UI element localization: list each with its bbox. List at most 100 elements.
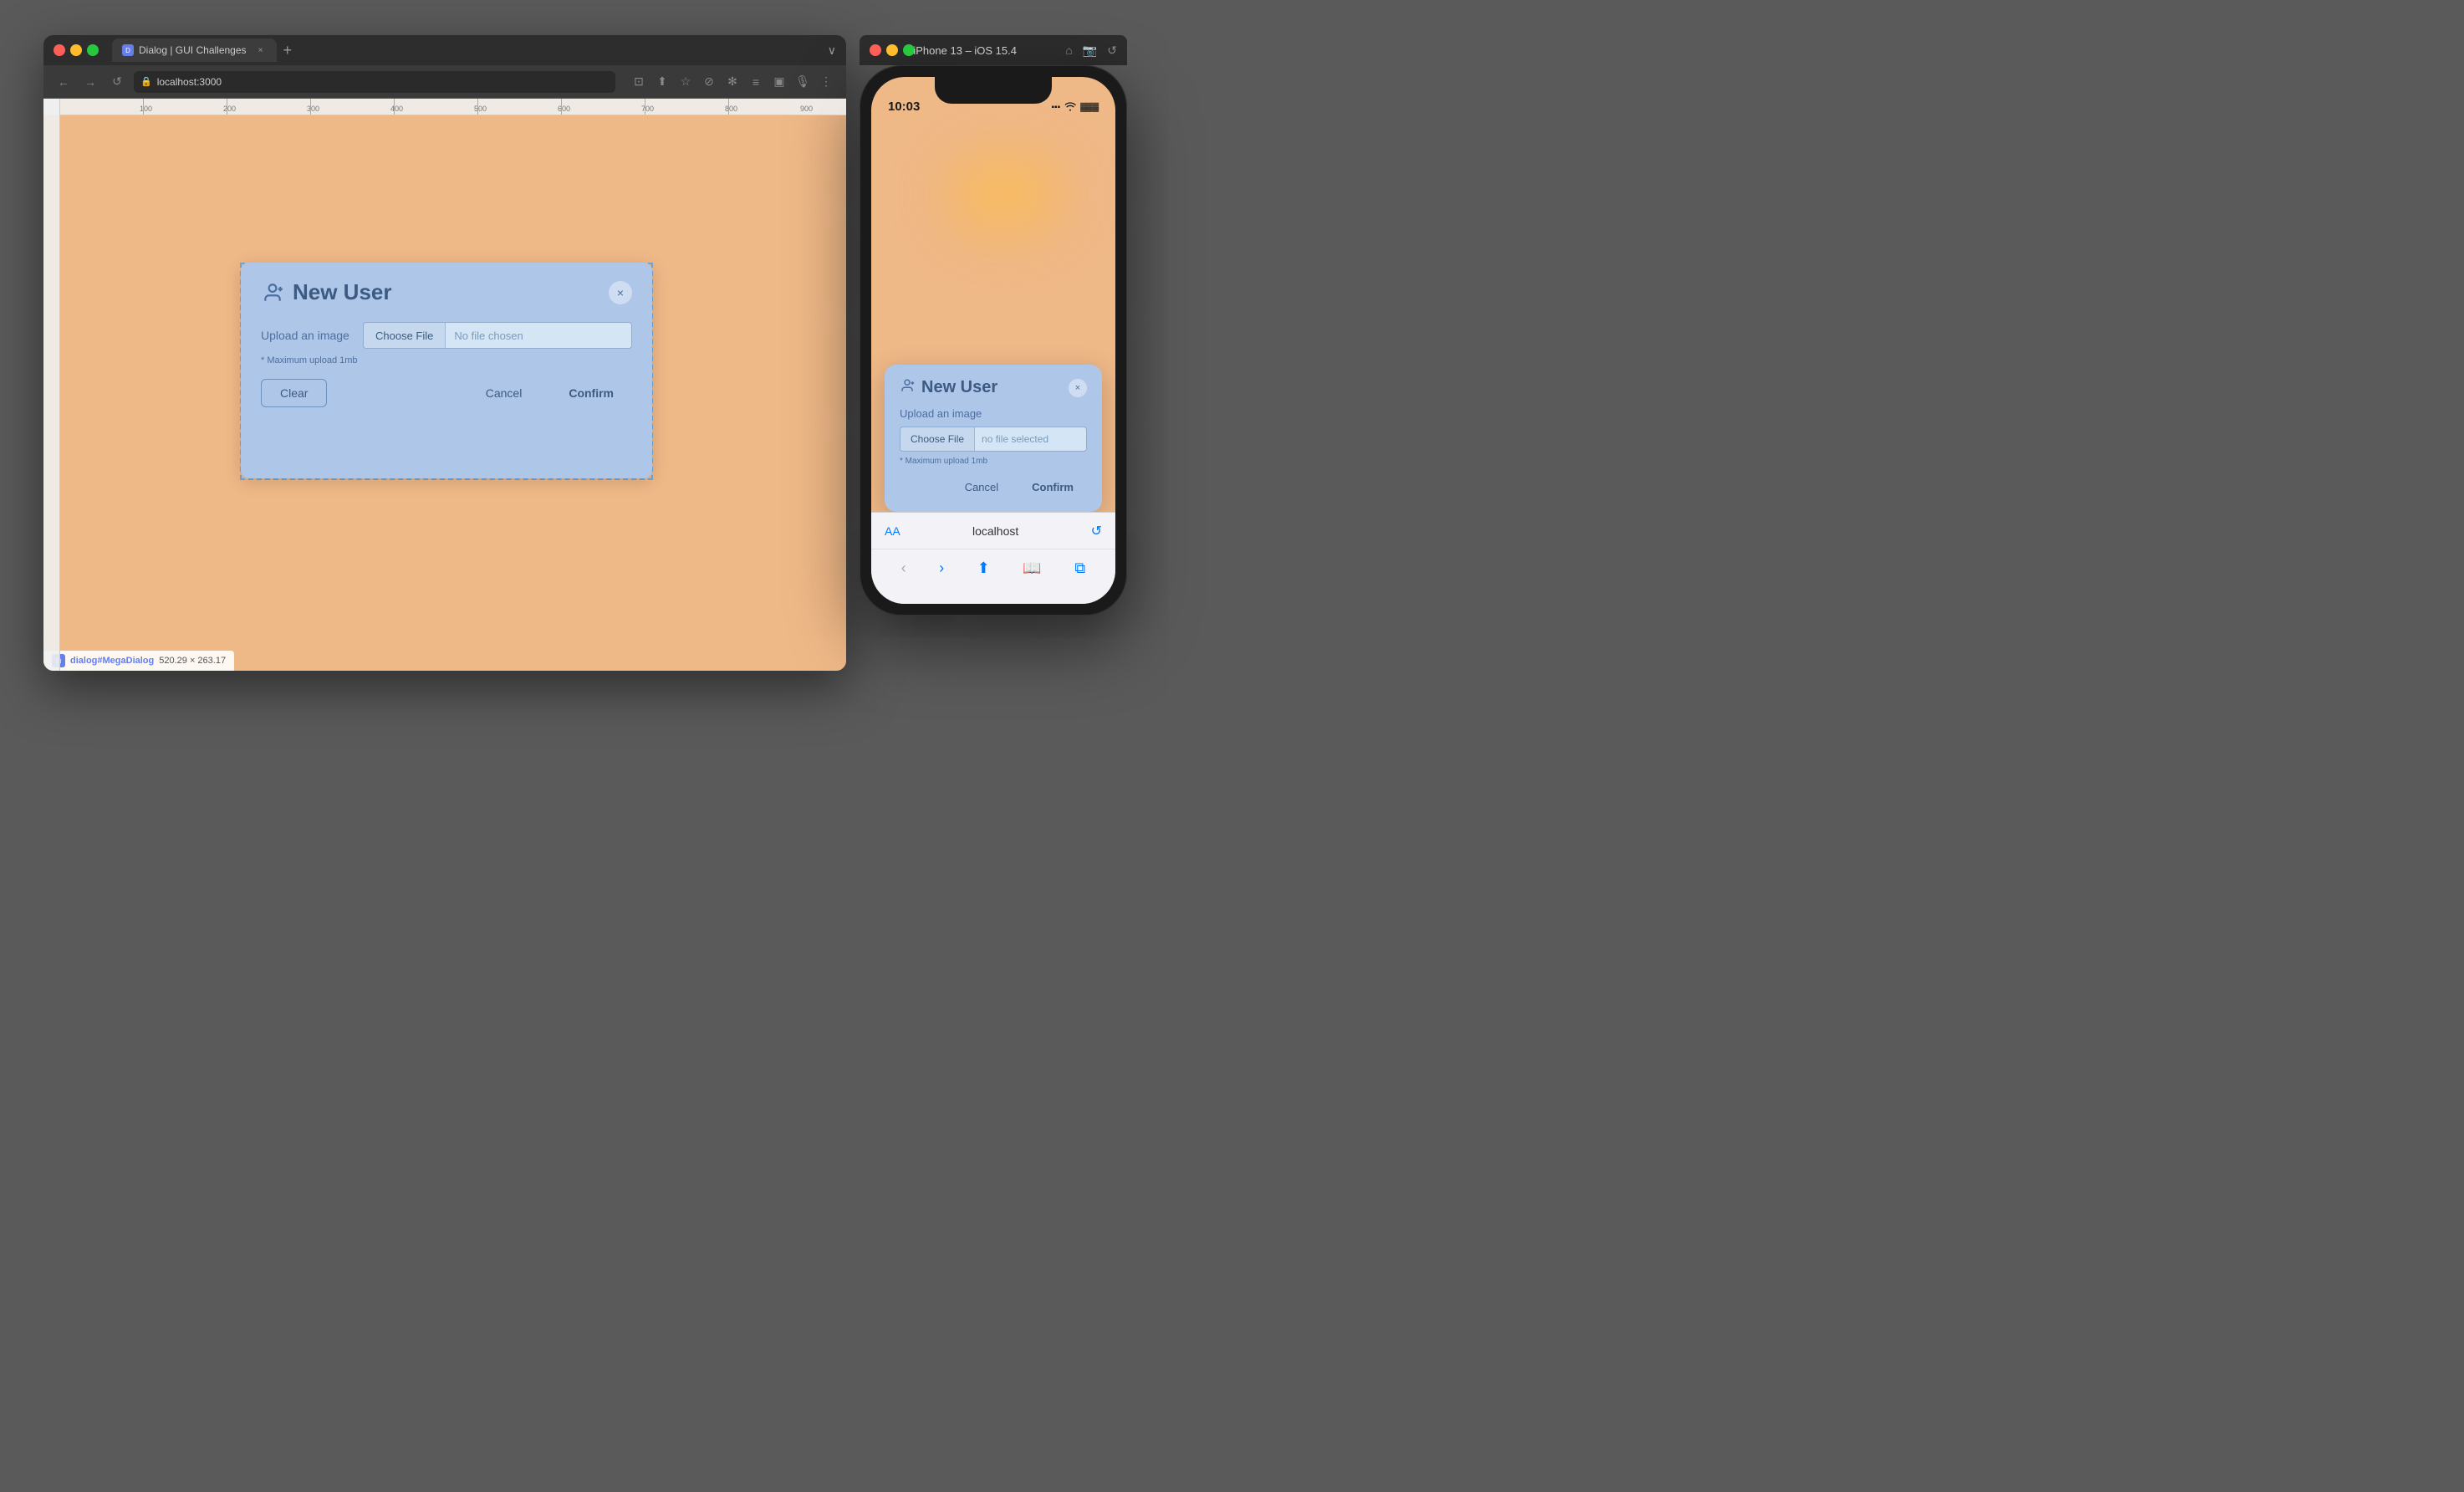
ios-confirm-btn[interactable]: Confirm	[1018, 476, 1087, 498]
address-bar[interactable]: 🔒 localhost:3000	[134, 71, 615, 93]
bookmark-icon[interactable]: ☆	[676, 72, 696, 92]
wifi-icon	[1064, 101, 1077, 114]
traffic-light-yellow[interactable]	[70, 44, 82, 56]
ios-new-user-dialog: New User × Upload an image Choose File n…	[885, 365, 1102, 512]
ios-nav-back-btn[interactable]: ‹	[901, 560, 906, 577]
more-icon[interactable]: ⋮	[816, 72, 836, 92]
ios-aa-text[interactable]: AA	[885, 524, 900, 538]
ios-dialog-footer: Cancel Confirm	[900, 476, 1087, 498]
tab-title: Dialog | GUI Challenges	[139, 44, 247, 56]
ios-nav-book-btn[interactable]: 📖	[1023, 560, 1041, 577]
nav-back-btn[interactable]: ←	[54, 72, 74, 92]
mic-icon[interactable]: 🎙	[793, 72, 813, 92]
iphone-simulator: iPhone 13 – iOS 15.4 ⌂ 📷 ↺ 10:03 ▪▪▪	[860, 35, 1127, 616]
user-add-icon	[261, 281, 284, 304]
traffic-lights	[54, 44, 99, 56]
iphone-screenshot-icon[interactable]: 📷	[1083, 43, 1097, 58]
signal-icon: ▪▪▪	[1051, 103, 1060, 112]
dialog-footer-right: Cancel Confirm	[467, 380, 632, 406]
ios-upload-hint: * Maximum upload 1mb	[900, 457, 1087, 466]
active-tab[interactable]: D Dialog | GUI Challenges ×	[112, 38, 277, 62]
page-background: New User × Upload an image Choose File N…	[60, 115, 846, 671]
browser-window: D Dialog | GUI Challenges × + ∨ ← → ↺ 🔒 …	[43, 35, 846, 671]
traffic-light-red[interactable]	[54, 44, 65, 56]
nav-reload-btn[interactable]: ↺	[107, 72, 127, 92]
ios-reload-btn[interactable]: ↺	[1091, 523, 1102, 539]
dialog-body: Upload an image Choose File No file chos…	[261, 322, 632, 365]
address-text: localhost:3000	[157, 76, 222, 88]
ruler-v-300: 300	[43, 496, 207, 507]
ios-nav-tabs-btn[interactable]: ⧉	[1074, 560, 1085, 577]
ios-dialog-title-area: New User	[900, 378, 997, 397]
iphone-screen: 10:03 ▪▪▪ ▓▓▓	[871, 77, 1115, 604]
ios-user-add-icon	[900, 378, 915, 397]
browser-content: 100 200 300 400 500 600 700 800 900 100 …	[43, 99, 846, 671]
ruler-mark-700: 700	[641, 105, 654, 113]
iphone-rotate-icon[interactable]: ↺	[1107, 43, 1117, 58]
ios-nav-share-btn[interactable]: ⬆	[977, 560, 990, 577]
browser-toolbar: ← → ↺ 🔒 localhost:3000 ⊡ ⬆ ☆ ⊘ ✻ ≡ ▣ 🎙 ⋮	[43, 65, 846, 99]
ruler-mark-900: 900	[800, 105, 813, 113]
new-tab-btn[interactable]: +	[280, 42, 296, 59]
confirm-btn[interactable]: Confirm	[550, 380, 632, 406]
dev-selector: dialog#MegaDialog	[70, 656, 154, 666]
dev-size: 520.29 × 263.17	[159, 656, 226, 666]
iphone-title-text: iPhone 13 – iOS 15.4	[871, 44, 1059, 57]
iphone-bg-blob	[938, 144, 1072, 244]
upload-row: Upload an image Choose File No file chos…	[261, 322, 632, 349]
ios-upload-label: Upload an image	[900, 407, 1087, 420]
choose-file-btn[interactable]: Choose File	[364, 323, 446, 348]
ruler-mark-300: 300	[307, 105, 319, 113]
file-input-area[interactable]: Choose File No file chosen	[363, 322, 632, 349]
ios-url-text[interactable]: localhost	[972, 524, 1018, 538]
ios-address-bar[interactable]: AA localhost ↺	[871, 513, 1115, 549]
ruler-vertical: 100 200 300 400 500 600	[43, 99, 60, 671]
window-expand-btn[interactable]: ∨	[828, 43, 836, 58]
cancel-btn[interactable]: Cancel	[467, 380, 541, 406]
iphone-device: 10:03 ▪▪▪ ▓▓▓	[860, 65, 1127, 616]
ruler-horizontal: 100 200 300 400 500 600 700 800 900	[43, 99, 846, 115]
ruler-v-400: 400	[43, 538, 166, 549]
open-external-icon[interactable]: ⊡	[629, 72, 649, 92]
ios-cancel-btn[interactable]: Cancel	[951, 476, 1012, 498]
upload-label: Upload an image	[261, 329, 353, 342]
dialog-header: New User ×	[261, 279, 632, 305]
iphone-notch	[935, 77, 1052, 104]
tab-close-btn[interactable]: ×	[255, 44, 267, 56]
upload-hint: * Maximum upload 1mb	[261, 355, 632, 365]
multiwindow-icon[interactable]: ▣	[769, 72, 789, 92]
reader-icon[interactable]: ≡	[746, 72, 766, 92]
share-icon[interactable]: ⬆	[652, 72, 672, 92]
ios-nav-bar: ‹ › ⬆ 📖 ⧉	[871, 549, 1115, 586]
address-lock-icon: 🔒	[140, 76, 152, 87]
tab-favicon: D	[122, 44, 134, 56]
ios-no-file-text: no file selected	[975, 427, 1086, 451]
ruler-v-100: 100	[43, 412, 291, 423]
battery-icon: ▓▓▓	[1080, 103, 1099, 112]
iphone-title-bar: iPhone 13 – iOS 15.4 ⌂ 📷 ↺	[860, 35, 1127, 65]
no-file-text: No file chosen	[446, 323, 631, 348]
ruler-mark-200: 200	[223, 105, 236, 113]
dialog-footer: Clear Cancel Confirm	[261, 379, 632, 407]
ruler-mark-600: 600	[558, 105, 570, 113]
ios-dialog-header: New User ×	[900, 378, 1087, 397]
dialog-close-btn[interactable]: ×	[609, 281, 632, 304]
nav-forward-btn[interactable]: →	[80, 72, 100, 92]
iphone-home-icon[interactable]: ⌂	[1065, 43, 1072, 58]
ios-safari-bar: AA localhost ↺ ‹ › ⬆ 📖 ⧉	[871, 512, 1115, 604]
iphone-time: 10:03	[888, 100, 920, 114]
ruler-mark-500: 500	[474, 105, 487, 113]
browser-titlebar: D Dialog | GUI Challenges × + ∨	[43, 35, 846, 65]
ios-nav-forward-btn[interactable]: ›	[939, 560, 944, 577]
clear-btn[interactable]: Clear	[261, 379, 327, 407]
ruler-mark-400: 400	[390, 105, 403, 113]
adblocker-icon[interactable]: ⊘	[699, 72, 719, 92]
ruler-mark-100: 100	[140, 105, 152, 113]
ios-file-input[interactable]: Choose File no file selected	[900, 427, 1087, 452]
ios-dialog-close-btn[interactable]: ×	[1069, 379, 1087, 397]
iphone-status-icons: ▪▪▪ ▓▓▓	[1051, 101, 1099, 114]
dialog-title: New User	[293, 279, 392, 305]
ios-choose-file-btn[interactable]: Choose File	[900, 427, 975, 451]
traffic-light-green[interactable]	[87, 44, 99, 56]
extensions-icon[interactable]: ✻	[722, 72, 742, 92]
